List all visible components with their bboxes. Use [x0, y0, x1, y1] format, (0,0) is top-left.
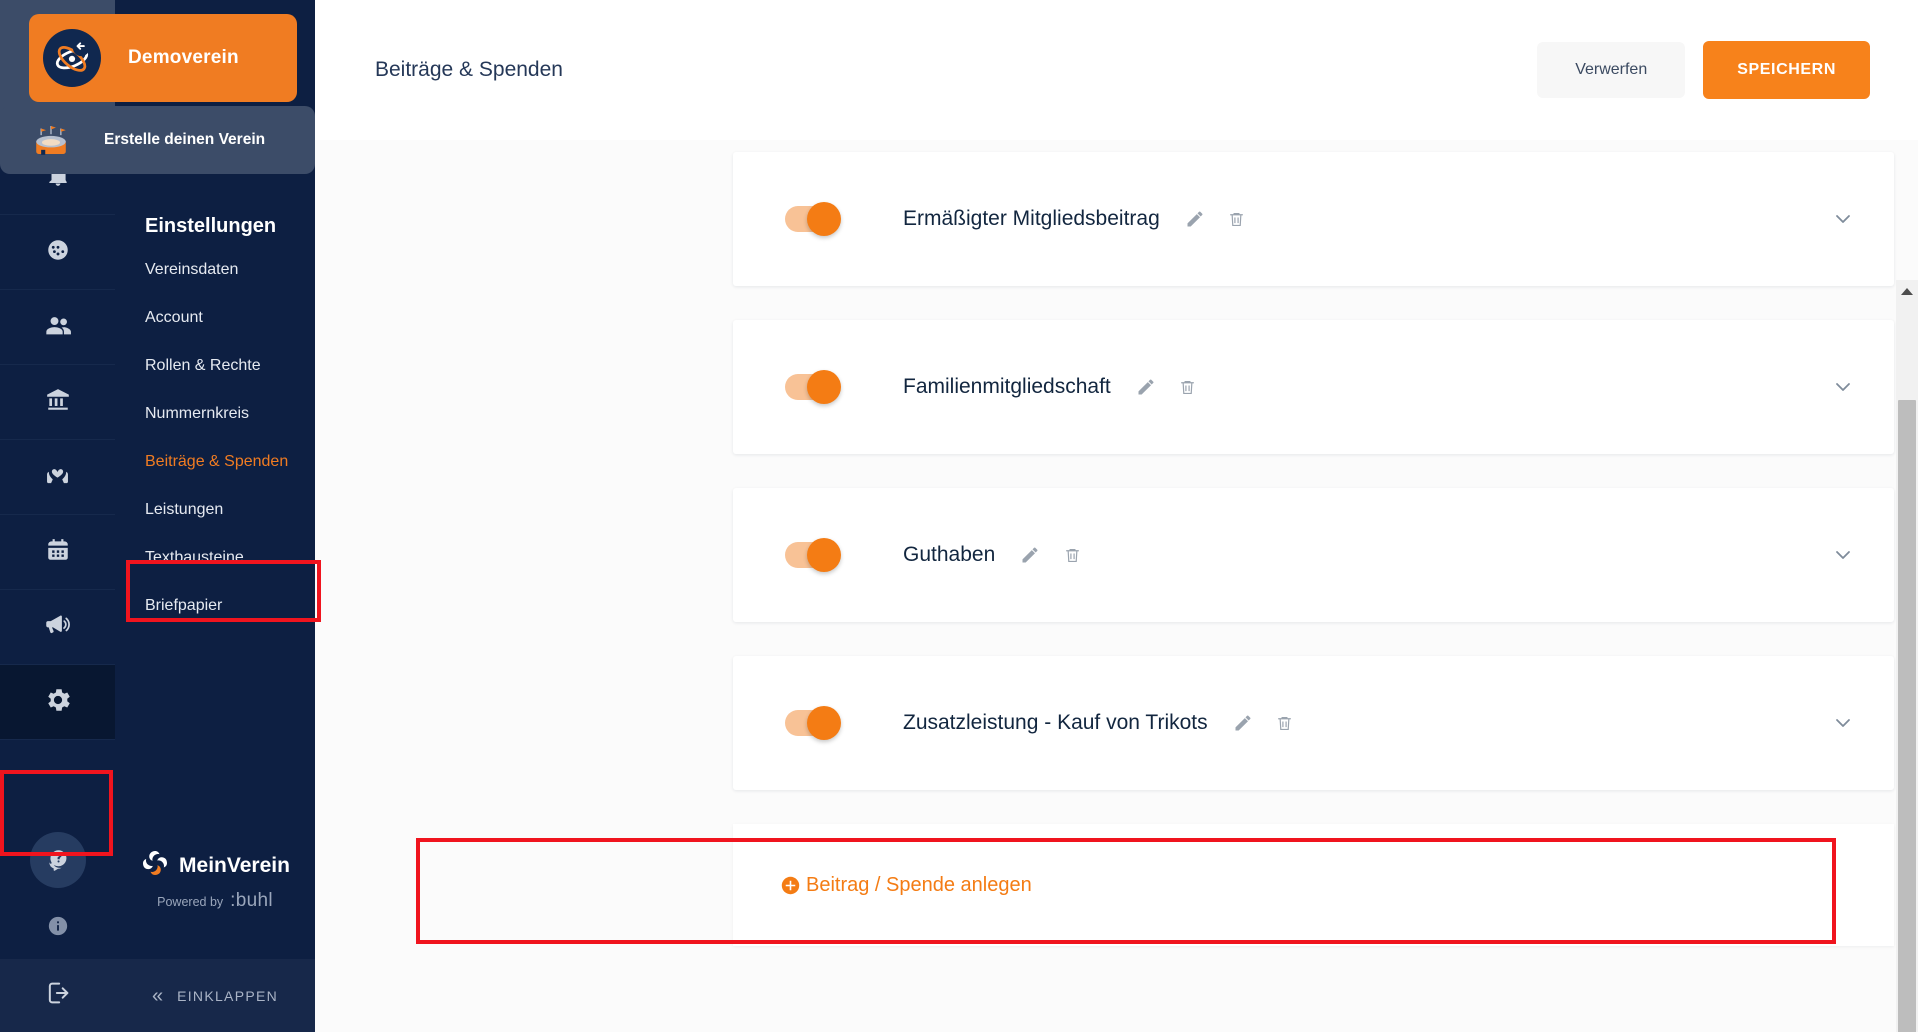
row-toggle[interactable] [785, 202, 841, 236]
sidebar-item-textbausteine[interactable]: Textbausteine [115, 534, 315, 582]
pencil-icon[interactable] [1182, 206, 1208, 232]
collapse-sidebar-button[interactable]: « EINKLAPPEN [115, 959, 315, 1032]
main-content: Beiträge & Spenden Verwerfen SPEICHERN E… [315, 0, 1918, 1032]
chat-question-icon [29, 832, 86, 888]
stadium-icon [22, 120, 80, 160]
club-brand-row[interactable]: Demoverein [29, 0, 315, 105]
create-club-pill[interactable]: Erstelle deinen Verein [0, 106, 315, 174]
pencil-icon[interactable] [1133, 374, 1159, 400]
row-toggle[interactable] [785, 706, 841, 740]
row-actions [1017, 542, 1085, 568]
table-row[interactable]: Guthaben [733, 488, 1894, 622]
chevron-down-icon[interactable] [1826, 706, 1860, 740]
pencil-icon[interactable] [1230, 710, 1256, 736]
rail-icon-list [0, 140, 115, 823]
add-contribution-card[interactable]: Beitrag / Spende anlegen [733, 824, 1894, 946]
row-actions [1230, 710, 1298, 736]
rail-item-info[interactable] [0, 897, 115, 959]
rail-item-members[interactable] [0, 290, 115, 365]
buhl-brand-label: :buhl [230, 890, 273, 911]
bank-icon [45, 387, 71, 418]
trash-icon[interactable] [1175, 374, 1201, 400]
add-contribution-label: Beitrag / Spende anlegen [806, 873, 1032, 896]
rail-item-logout[interactable] [0, 959, 115, 1032]
sidebar-item-briefpapier[interactable]: Briefpapier [115, 582, 315, 630]
megaphone-icon [44, 611, 71, 643]
sidebar-item-leistungen[interactable]: Leistungen [115, 486, 315, 534]
rail-item-finance[interactable] [0, 365, 115, 440]
page-header: Beiträge & Spenden Verwerfen SPEICHERN [315, 0, 1918, 140]
settings-nav: Einstellungen Vereinsdaten Account Rolle… [115, 207, 315, 630]
sidebar-item-account[interactable]: Account [115, 294, 315, 342]
rail-item-help[interactable] [0, 823, 115, 897]
trash-icon[interactable] [1224, 206, 1250, 232]
sidebar-item-beitraege-spenden[interactable]: Beiträge & Spenden [115, 438, 315, 486]
row-label: Familienmitgliedschaft [903, 375, 1111, 398]
row-actions [1133, 374, 1201, 400]
club-name-label: Demoverein [128, 46, 239, 68]
rail-item-donations[interactable] [0, 440, 115, 515]
rail-item-communication[interactable] [0, 590, 115, 665]
contribution-list: Ermäßigter Mitgliedsbeitrag Familienmitg… [315, 140, 1918, 790]
info-icon [47, 915, 69, 942]
heart-hands-icon [44, 461, 71, 493]
logout-icon [44, 979, 72, 1012]
row-toggle[interactable] [785, 538, 841, 572]
rail-item-settings[interactable] [0, 665, 115, 740]
trash-icon[interactable] [1272, 710, 1298, 736]
vertical-scrollbar[interactable] [1896, 280, 1918, 1032]
rail-item-calendar[interactable] [0, 515, 115, 590]
create-club-row[interactable]: Erstelle deinen Verein [0, 105, 315, 175]
nav-title: Einstellungen [145, 215, 277, 237]
chevron-down-icon[interactable] [1826, 370, 1860, 404]
gear-icon [43, 685, 73, 720]
meinverein-logo-icon [140, 848, 170, 883]
arrow-up-icon [1901, 287, 1913, 295]
settings-sidebar: Demoverein Erstelle deinen Verein Einste… [0, 0, 315, 1032]
add-contribution-link[interactable]: Beitrag / Spende anlegen [781, 874, 1032, 897]
rail-bottom-group [0, 823, 115, 1032]
header-actions: Verwerfen SPEICHERN [1537, 41, 1870, 99]
content-scroll-area: Ermäßigter Mitgliedsbeitrag Familienmitg… [315, 140, 1918, 1032]
sidebar-item-nummernkreis[interactable]: Nummernkreis [115, 390, 315, 438]
discard-button[interactable]: Verwerfen [1537, 42, 1686, 98]
row-toggle[interactable] [785, 370, 841, 404]
trash-icon[interactable] [1059, 542, 1085, 568]
powered-by-label: Powered by [157, 895, 224, 909]
sidebar-item-rollen-rechte[interactable]: Rollen & Rechte [115, 342, 315, 390]
page-title: Beiträge & Spenden [375, 58, 563, 81]
row-label: Ermäßigter Mitgliedsbeitrag [903, 207, 1160, 230]
pencil-icon[interactable] [1017, 542, 1043, 568]
row-actions [1182, 206, 1250, 232]
row-label: Guthaben [903, 543, 996, 566]
table-row[interactable]: Familienmitgliedschaft [733, 320, 1894, 454]
save-button[interactable]: SPEICHERN [1703, 41, 1870, 99]
table-row[interactable]: Ermäßigter Mitgliedsbeitrag [733, 152, 1894, 286]
rail-flex-spacer [0, 740, 115, 823]
product-name-label: MeinVerein [179, 853, 290, 877]
sidebar-item-vereinsdaten[interactable]: Vereinsdaten [115, 246, 315, 294]
calendar-icon [45, 537, 71, 568]
product-logo-block: MeinVerein Powered by :buhl [115, 848, 315, 912]
collapse-label: EINKLAPPEN [177, 987, 279, 1004]
create-club-label: Erstelle deinen Verein [104, 131, 266, 148]
speedometer-icon [45, 237, 71, 268]
app-root: Demoverein Erstelle deinen Verein Einste… [0, 0, 1918, 1032]
scroll-up-button[interactable] [1896, 280, 1918, 302]
scrollbar-thumb[interactable] [1898, 400, 1916, 1032]
table-row[interactable]: Zusatzleistung - Kauf von Trikots [733, 656, 1894, 790]
rail-item-dashboard[interactable] [0, 215, 115, 290]
plus-circle-icon [781, 876, 800, 895]
atom-icon [43, 28, 101, 87]
row-label: Zusatzleistung - Kauf von Trikots [903, 711, 1208, 734]
chevron-down-icon[interactable] [1826, 538, 1860, 572]
double-chevron-left-icon: « [151, 984, 164, 1007]
club-brand-pill[interactable]: Demoverein [29, 13, 297, 102]
people-icon [44, 311, 72, 344]
chevron-down-icon[interactable] [1826, 202, 1860, 236]
